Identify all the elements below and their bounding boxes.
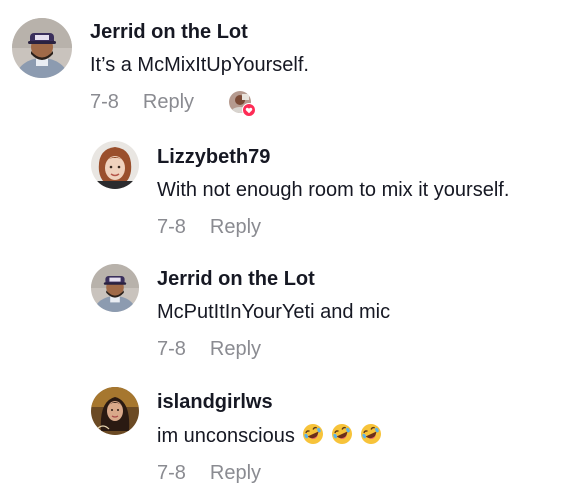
reply-item: Jerrid on the Lot McPutItInYourYeti and …: [0, 248, 561, 371]
comment-username[interactable]: Lizzybeth79: [157, 145, 509, 169]
avatar-islandgirl-icon: [91, 387, 139, 435]
rolling-on-floor-laughing-emoji-icon: [302, 424, 323, 444]
heart-icon: [242, 103, 257, 117]
comment-meta: 7-8 Reply: [90, 90, 309, 117]
avatar-jerrid-icon: [91, 264, 139, 312]
comment-meta: 7-8 Reply: [157, 215, 509, 239]
comment-text: It’s a McMixItUpYourself.: [90, 54, 309, 76]
avatar-jerrid-icon: [12, 18, 72, 78]
comment-username[interactable]: Jerrid on the Lot: [90, 20, 309, 44]
avatar-lizzybeth-icon: [91, 141, 139, 189]
reply-item: islandgirlws im unconscious 7-8 Reply: [0, 371, 561, 496]
comment-text: im unconscious: [157, 425, 295, 447]
rolling-on-floor-laughing-emoji-icon: [360, 424, 381, 444]
comment-username[interactable]: Jerrid on the Lot: [157, 267, 390, 291]
rolling-on-floor-laughing-emoji-icon: [331, 424, 352, 444]
comment-meta: 7-8 Reply: [157, 461, 382, 485]
comment-text: McPutItInYourYeti and mic: [157, 301, 391, 323]
comment-body: islandgirlws im unconscious 7-8 Reply: [157, 390, 382, 485]
avatar[interactable]: [12, 18, 72, 78]
comment-body: Jerrid on the Lot It’s a McMixItUpYourse…: [90, 20, 309, 117]
comment-item: Jerrid on the Lot It’s a McMixItUpYourse…: [0, 0, 561, 125]
comment-meta: 7-8 Reply: [157, 337, 390, 361]
avatar[interactable]: [91, 141, 139, 189]
liked-by-creator-badge: [228, 90, 257, 117]
comment-date: 7-8: [157, 216, 186, 238]
comment-date: 7-8: [157, 338, 186, 360]
comment-body: Jerrid on the Lot McPutItInYourYeti and …: [157, 267, 390, 361]
reply-button[interactable]: Reply: [143, 90, 194, 114]
comment-text-row: im unconscious: [157, 423, 382, 448]
comment-body: Lizzybeth79 With not enough room to mix …: [157, 145, 509, 239]
comment-date: 7-8: [90, 91, 119, 113]
reply-button[interactable]: Reply: [210, 215, 261, 239]
comment-date: 7-8: [157, 462, 186, 484]
comment-text: With not enough room to mix it yourself.: [157, 179, 510, 201]
avatar[interactable]: [91, 387, 139, 435]
avatar[interactable]: [91, 264, 139, 312]
reply-button[interactable]: Reply: [210, 337, 261, 361]
reply-item: Lizzybeth79 With not enough room to mix …: [0, 125, 561, 248]
emoji-row: [295, 423, 382, 445]
reply-button[interactable]: Reply: [210, 461, 261, 485]
comment-username[interactable]: islandgirlws: [157, 390, 382, 414]
